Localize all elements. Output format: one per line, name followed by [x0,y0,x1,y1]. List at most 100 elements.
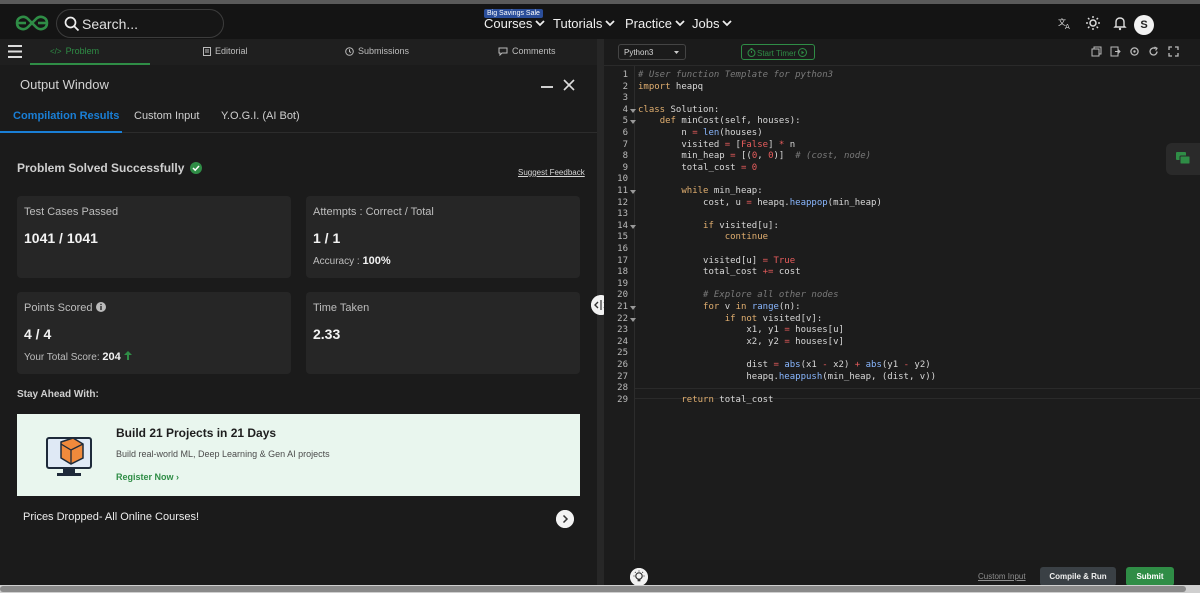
fold-arrow-icon[interactable] [630,306,636,310]
line-number: 26 [617,360,628,370]
line-number: 23 [617,325,628,336]
avatar[interactable]: S [1134,15,1154,35]
export-icon[interactable] [1110,46,1121,57]
nav-jobs[interactable]: Jobs [692,16,733,31]
translate-icon[interactable]: 文A [1057,15,1073,31]
comment-icon [498,47,508,56]
left-panel: </> Problem Editorial Submissions Commen… [0,39,597,585]
horizontal-scrollbar[interactable] [0,585,1200,593]
problem-tabs: </> Problem Editorial Submissions Commen… [0,39,597,65]
code-line[interactable]: for v in range(n): [638,302,801,312]
solved-status-text: Problem Solved Successfully [17,161,185,175]
chevron-down-icon [722,20,733,27]
compile-run-button[interactable]: Compile & Run [1040,567,1116,586]
fold-arrow-icon[interactable] [630,108,636,113]
points-label: Points Scored [24,302,93,314]
time-label: Time Taken [313,302,370,314]
start-timer-button[interactable]: Start Timer [741,44,815,60]
line-number: 21 [617,302,628,312]
code-line[interactable]: x2, y2 = houses[v] [638,337,844,347]
tab-problem[interactable]: </> Problem [50,46,99,56]
bell-icon[interactable] [1112,15,1128,31]
info-icon[interactable] [95,302,106,312]
code-line[interactable]: import heapq [638,82,703,92]
code-line[interactable]: if visited[u]: [638,221,779,231]
arrow-up-icon [123,351,132,360]
line-number: 3 [622,93,628,104]
menu-icon[interactable] [8,45,22,58]
fold-arrow-icon[interactable] [630,120,636,125]
chevron-right-icon[interactable] [556,510,574,528]
code-line[interactable]: return total_cost [638,395,773,405]
laptop-box-icon [46,437,92,476]
line-number: 18 [617,267,628,278]
code-icon: </> [50,46,62,56]
suggest-feedback-link[interactable]: Suggest Feedback [518,168,585,177]
code-line[interactable]: class Solution: [638,105,719,115]
code-line[interactable]: total_cost = 0 [638,163,757,173]
code-line[interactable]: heapq.heappush(min_heap, (dist, v)) [638,372,936,382]
nav-courses[interactable]: Courses [484,16,546,31]
tab-submissions[interactable]: Submissions [345,46,409,56]
language-select[interactable]: Python3 [618,44,686,60]
code-line[interactable]: while min_heap: [638,186,762,196]
line-number: 1 [622,70,628,80]
fullscreen-icon[interactable] [1168,46,1179,57]
code-line[interactable]: if not visited[v]: [638,314,823,324]
reset-icon[interactable] [1148,46,1159,57]
points-card: Points Scored 4 / 4 Your Total Score: 20… [17,292,291,374]
code-line[interactable]: visited[u] = True [638,256,795,266]
lightbulb-icon[interactable] [630,568,648,586]
code-line[interactable]: continue [638,232,768,242]
timer-icon [747,48,756,57]
svg-text:A: A [1065,23,1070,31]
line-number: 24 [617,336,628,347]
chevron-down-icon [535,20,546,27]
code-line[interactable]: visited = [False] * n [638,140,795,150]
chat-fab[interactable] [1166,143,1200,175]
line-number: 10 [617,174,628,185]
tab-custom-input[interactable]: Custom Input [134,110,199,122]
minimize-icon[interactable] [541,86,553,88]
stay-ahead-heading: Stay Ahead With: [17,389,99,400]
tab-active-indicator [30,63,150,65]
gfg-logo-icon[interactable] [14,12,50,34]
document-icon [203,46,211,56]
code-line[interactable]: # Explore all other nodes [638,290,838,300]
tab-comments[interactable]: Comments [498,46,556,56]
fold-arrow-icon[interactable] [630,190,636,194]
code-line[interactable]: n = len(houses) [638,128,762,138]
nav-practice[interactable]: Practice [625,16,685,31]
search-icon [64,16,80,32]
code-line[interactable]: dist = abs(x1 - x2) + abs(y1 - y2) [638,360,930,370]
tab-yogi-ai-bot[interactable]: Y.O.G.I. (AI Bot) [221,110,300,122]
chevron-down-icon [605,20,616,27]
settings-icon[interactable] [1129,46,1140,57]
promo-banner[interactable]: Build 21 Projects in 21 Days Build real-… [17,414,580,496]
code-line[interactable]: x1, y1 = houses[u] [638,325,844,335]
search-box[interactable] [56,9,224,38]
code-editor[interactable]: 1 2 3 4 5 6 7 8 9 10 11 12 13 14 15 16 17 18 19 20 21 22 23 24 2… [604,65,1200,561]
scrollbar-thumb[interactable] [0,586,1186,592]
tab-editorial[interactable]: Editorial [203,46,248,56]
fold-arrow-icon[interactable] [630,317,636,322]
close-icon[interactable] [563,79,575,91]
test-cases-label: Test Cases Passed [24,206,119,218]
register-now-link[interactable]: Register Now › [116,472,179,482]
submit-button[interactable]: Submit [1126,567,1174,586]
code-line[interactable]: cost, u = heapq.heappop(min_heap) [638,198,882,208]
copy-icon[interactable] [1091,46,1102,57]
fold-arrow-icon[interactable] [630,224,636,229]
tab-comments-label: Comments [512,46,556,56]
code-line[interactable]: def minCost(self, houses): [638,116,801,126]
code-line[interactable]: min_heap = [(0, 0)] # (cost, node) [638,151,871,161]
nav-tutorials[interactable]: Tutorials [553,16,616,31]
search-input[interactable] [82,14,217,34]
custom-input-link[interactable]: Custom Input [978,572,1026,581]
code-line[interactable]: # User function Template for python3 [638,70,833,80]
tab-compilation-results[interactable]: Compilation Results [13,110,119,122]
chevron-down-icon [674,51,679,54]
subtab-active-indicator [0,131,122,133]
theme-toggle-icon[interactable] [1085,15,1101,31]
code-line[interactable]: total_cost += cost [638,267,801,277]
